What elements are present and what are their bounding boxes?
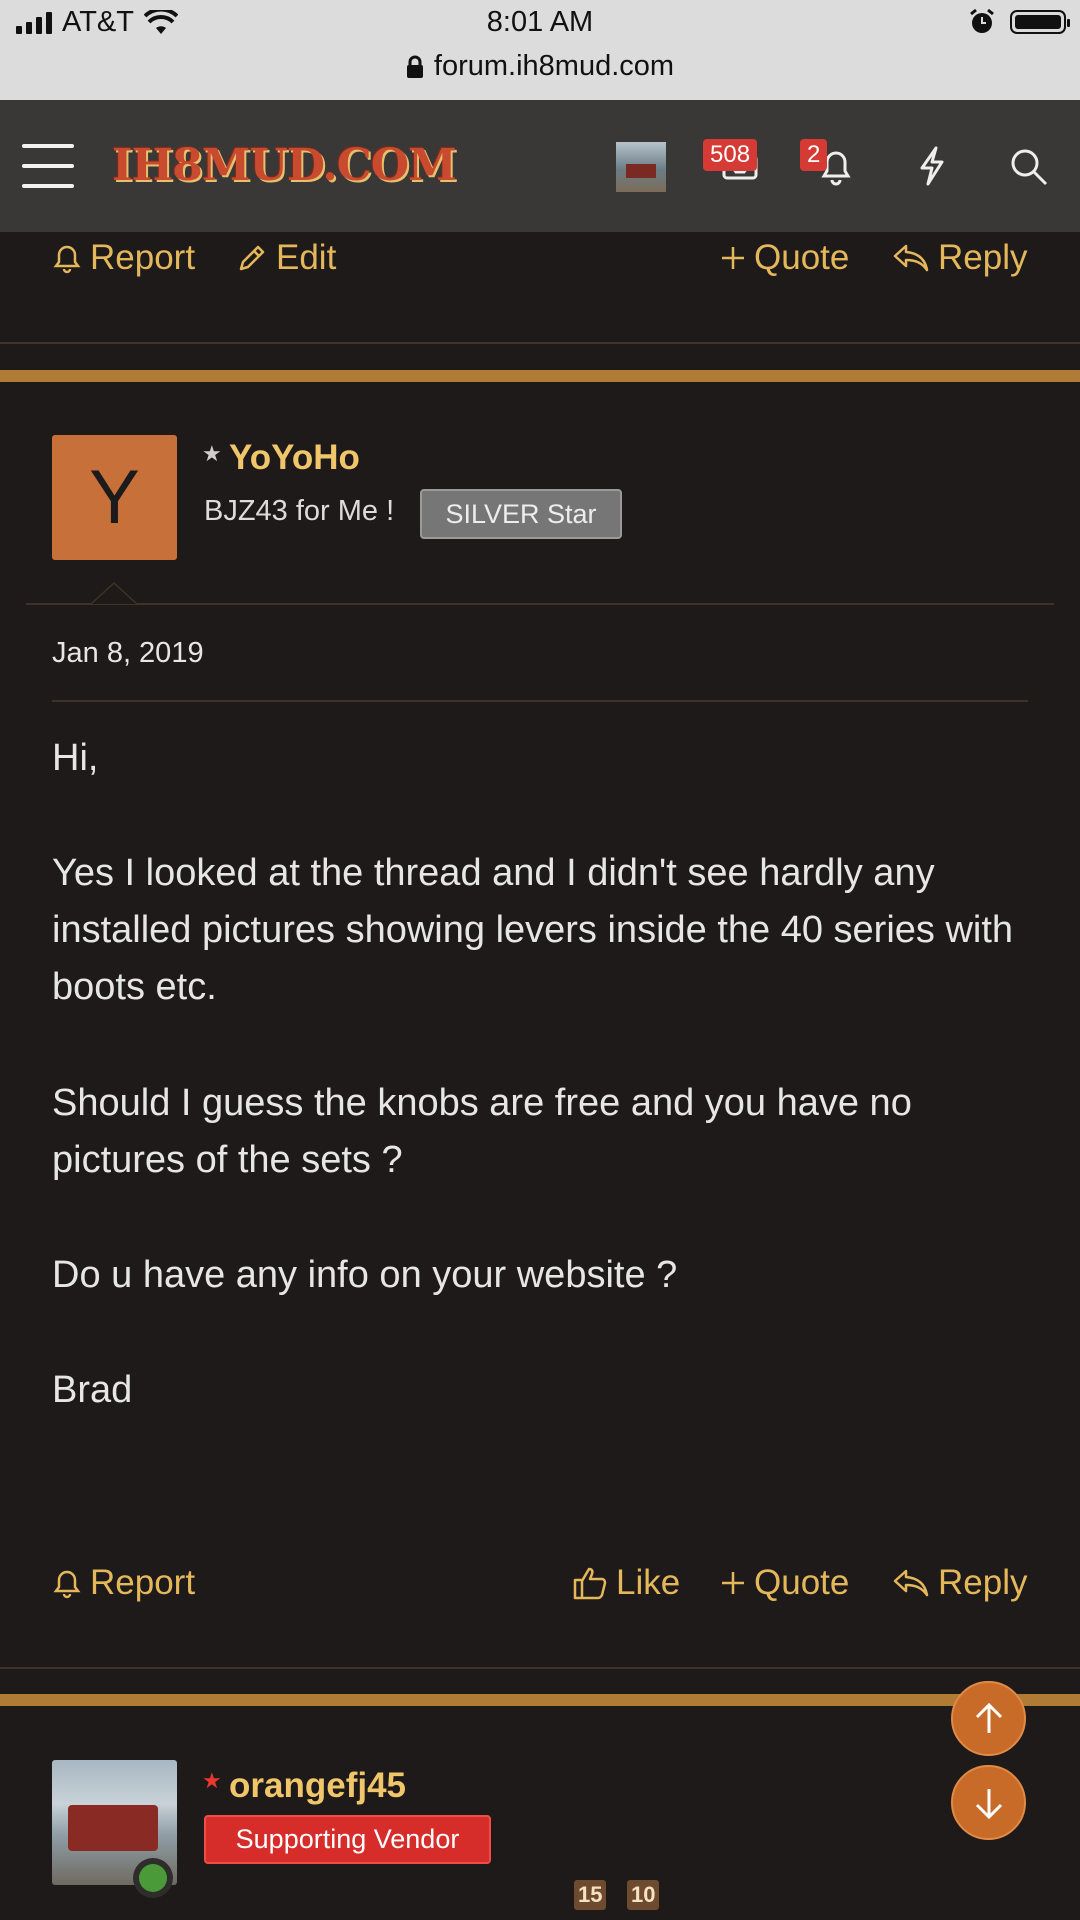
reply-button-top[interactable]: Reply [892, 238, 1027, 278]
trophy-badge[interactable]: 10 [627, 1880, 660, 1910]
quote-button[interactable]: Quote [720, 1563, 849, 1603]
reply-icon [893, 1569, 929, 1597]
user-banner: SILVER Star [420, 489, 622, 539]
quote-label: Quote [754, 1563, 850, 1602]
avatar[interactable]: Y [52, 435, 177, 560]
url-bar[interactable]: forum.ih8mud.com [0, 50, 1080, 83]
divider [0, 342, 1080, 344]
star-icon: ★ [202, 441, 222, 466]
reply-icon [893, 244, 929, 272]
url-text: forum.ih8mud.com [433, 50, 675, 82]
lock-icon [406, 55, 423, 78]
divider [0, 1667, 1080, 1669]
divider [26, 603, 1054, 605]
whats-new-icon[interactable] [910, 144, 954, 188]
reply-label: Reply [938, 238, 1028, 277]
post-paragraph: Brad [52, 1369, 133, 1411]
scroll-bottom-button[interactable] [951, 1765, 1026, 1840]
post-paragraph: Do u have any info on your website ? [52, 1254, 678, 1296]
clock: 8:01 AM [486, 6, 594, 38]
quote-label: Quote [754, 238, 850, 277]
scroll-top-button[interactable] [951, 1681, 1026, 1756]
status-bar: AT&T 8:01 AM forum.ih8mud.com [0, 0, 1080, 100]
trophy-badge[interactable]: 15 [574, 1880, 607, 1910]
bell-icon [53, 1570, 81, 1599]
report-label: Report [90, 1563, 196, 1602]
online-status-icon [133, 1858, 173, 1898]
username[interactable]: orangefj45 [229, 1766, 406, 1806]
forum-header: IH8MUD.COM 508 2 [0, 100, 1080, 232]
report-label: Report [90, 238, 196, 277]
reply-button[interactable]: Reply [892, 1563, 1027, 1603]
like-button[interactable]: Like [572, 1563, 680, 1603]
post-separator [0, 370, 1080, 382]
post-separator [0, 1694, 1080, 1706]
user-banner: Supporting Vendor [204, 1815, 491, 1864]
status-right [968, 8, 1070, 36]
quote-button-top[interactable]: Quote [720, 238, 849, 278]
pencil-icon [239, 245, 265, 271]
divider [52, 700, 1028, 702]
like-label: Like [616, 1563, 681, 1602]
plus-icon [722, 1572, 744, 1594]
plus-icon [722, 247, 744, 269]
inbox-count-badge: 508 [703, 139, 758, 171]
reply-label: Reply [938, 1563, 1028, 1602]
user-title: BJZ43 for Me ! [204, 495, 395, 527]
report-button[interactable]: Report [52, 1563, 195, 1603]
bell-icon [53, 245, 81, 274]
username[interactable]: YoYoHo [229, 438, 360, 478]
post-paragraph: Yes I looked at the thread and I didn't … [52, 852, 1014, 1008]
arrow-down-icon [975, 1788, 1002, 1819]
arrow-up-icon [975, 1702, 1002, 1733]
thumbs-up-icon [573, 1567, 607, 1600]
post-date[interactable]: Jan 8, 2019 [52, 637, 204, 670]
menu-icon[interactable] [22, 144, 74, 188]
site-logo[interactable]: IH8MUD.COM [112, 140, 457, 191]
report-button-top[interactable]: Report [52, 238, 195, 278]
search-icon[interactable] [1006, 144, 1050, 188]
alarm-icon [970, 8, 994, 33]
post-paragraph: Should I guess the knobs are free and yo… [52, 1082, 912, 1181]
account-avatar[interactable] [616, 142, 666, 192]
caret-pointer [90, 582, 138, 604]
star-icon: ★ [202, 1768, 222, 1793]
battery-icon [1010, 10, 1070, 34]
post-paragraph: Hi, [52, 737, 99, 779]
truck-photo [68, 1805, 158, 1851]
edit-button[interactable]: Edit [236, 238, 336, 278]
alerts-count-badge: 2 [800, 139, 828, 171]
edit-label: Edit [276, 238, 337, 277]
